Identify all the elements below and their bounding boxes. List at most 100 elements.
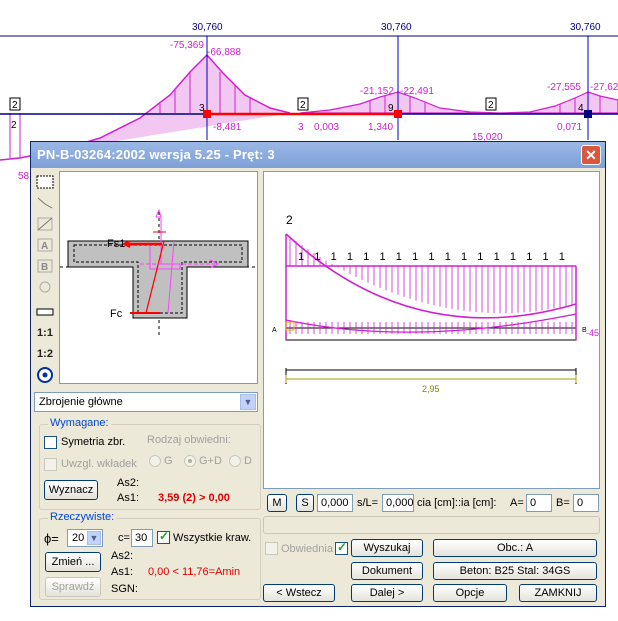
- options-button[interactable]: Opcje: [433, 584, 507, 602]
- envelope-checkbox[interactable]: [265, 542, 278, 555]
- design-dialog: PN-B-03264:2002 wersja 5.25 - Pręt: 3 ✕ …: [30, 141, 606, 607]
- search-button[interactable]: Wyszukaj: [351, 539, 423, 557]
- progress-bar: [263, 516, 600, 534]
- close-button[interactable]: ZAMKNIJ: [519, 584, 597, 602]
- moment-label: -27,62: [590, 82, 618, 93]
- next-button[interactable]: Dalej >: [351, 584, 423, 602]
- svg-text:A: A: [41, 241, 48, 252]
- svg-text:B: B: [41, 262, 48, 273]
- actual-legend: Rzeczywiste:: [48, 511, 117, 523]
- node-number: 3: [199, 103, 205, 114]
- b-input[interactable]: 0: [573, 494, 599, 512]
- node-number: 4: [578, 103, 584, 114]
- text-a-icon[interactable]: A: [35, 235, 55, 254]
- axis-label: -8,481: [213, 122, 242, 133]
- cover-label: c=: [118, 532, 130, 544]
- rebar-label: 1: [428, 251, 434, 263]
- as1-actual-label: As1:: [111, 566, 134, 578]
- span-number: 2: [12, 100, 18, 111]
- load-case-button[interactable]: Obc.: A: [433, 539, 597, 557]
- b-label: B=: [556, 497, 570, 509]
- rebar-label: 1: [445, 251, 451, 263]
- symmetry-checkbox[interactable]: [44, 436, 57, 449]
- inserts-label: Uwzgl. wkładek: [61, 458, 137, 470]
- m-button[interactable]: M: [267, 494, 287, 512]
- check-button[interactable]: Sprawdź: [45, 577, 101, 597]
- sl-input[interactable]: 0,000: [382, 494, 414, 512]
- back-button[interactable]: < Wstecz: [263, 584, 335, 602]
- length-label: 2,95: [422, 384, 440, 394]
- search-checkbox[interactable]: [335, 540, 348, 555]
- rebar-label: 1: [298, 251, 304, 263]
- as2-actual-label: As2:: [111, 550, 134, 562]
- all-edges-label: Wszystkie kraw.: [173, 532, 252, 544]
- calculate-button[interactable]: Wyznacz: [44, 480, 98, 500]
- cross-section-view: Fs1 Fc: [59, 171, 258, 384]
- all-edges-checkbox[interactable]: [157, 529, 170, 544]
- change-button[interactable]: Zmień ...: [45, 552, 101, 572]
- tool-strip: A B 1:1 1:2: [35, 172, 57, 386]
- s-input[interactable]: 0,000: [317, 494, 353, 512]
- scale-1-1-button[interactable]: 1:1: [35, 323, 55, 342]
- document-button[interactable]: Dokument: [351, 562, 423, 580]
- materials-button[interactable]: Beton: B25 Stal: 34GS: [433, 562, 597, 580]
- grid-icon[interactable]: [35, 172, 55, 191]
- a-label: A=: [510, 497, 524, 509]
- diagonal-icon[interactable]: [35, 214, 55, 233]
- refresh-icon[interactable]: [35, 277, 55, 296]
- symmetry-label: Symetria zbr.: [61, 436, 126, 448]
- rebar-label: 1: [396, 251, 402, 263]
- rebar-label: 1: [559, 251, 565, 263]
- axis-label: 0,003: [314, 122, 339, 133]
- moment-label: -27,555: [547, 82, 581, 93]
- close-icon[interactable]: ✕: [581, 145, 601, 165]
- support-value: 30,760: [192, 22, 223, 33]
- span-number: 2: [300, 100, 306, 111]
- envelope-label: Obwiednia: [281, 543, 333, 555]
- line-icon[interactable]: [35, 193, 55, 212]
- top-bar-label: 2: [286, 213, 293, 227]
- fs1-label: Fs1: [107, 238, 125, 250]
- radio-d[interactable]: [229, 455, 241, 467]
- rebar-label: 1: [363, 251, 369, 263]
- rebar-label: 1: [412, 251, 418, 263]
- sgn-label: SGN:: [111, 583, 138, 595]
- reinforcement-type-value: Zbrojenie główne: [39, 396, 123, 408]
- as2-label: As2:: [117, 477, 140, 489]
- text-b-icon[interactable]: B: [35, 256, 55, 275]
- rebar-label: 1: [477, 251, 483, 263]
- rebar-label: 1: [526, 251, 532, 263]
- node-number: 9: [388, 103, 394, 114]
- reinforcement-diagram: 2 11111111111111111 A B -45 2,95: [263, 171, 600, 489]
- axis-label: 1,340: [368, 122, 393, 133]
- rebar-label: 1: [347, 251, 353, 263]
- radio-g-d-label: G+D: [199, 455, 222, 467]
- moment-label: -75,369: [170, 40, 204, 51]
- a-input[interactable]: 0: [526, 494, 552, 512]
- radio-g[interactable]: [149, 455, 161, 467]
- axis-label: 0,071: [557, 122, 582, 133]
- radio-d-label: D: [244, 455, 252, 467]
- chevron-down-icon[interactable]: ▼: [87, 531, 101, 545]
- rule-icon[interactable]: [35, 302, 55, 321]
- inserts-checkbox[interactable]: [44, 458, 57, 471]
- diameter-value: 20: [72, 532, 85, 544]
- cover-input[interactable]: 30: [131, 529, 153, 547]
- target-icon[interactable]: [35, 365, 55, 384]
- diameter-label: ϕ=: [44, 531, 59, 546]
- reinforcement-type-select[interactable]: Zbrojenie główne ▼: [34, 392, 258, 412]
- chevron-down-icon[interactable]: ▼: [240, 394, 256, 410]
- diameter-select[interactable]: 20 ▼: [67, 529, 103, 547]
- sl-label: s/L=: [357, 497, 379, 509]
- cover-cm-label: cia [cm]::ia [cm]:: [417, 497, 497, 509]
- support-value: 30,760: [570, 22, 601, 33]
- radio-g-label: G: [164, 455, 173, 467]
- radio-g-d[interactable]: [184, 455, 196, 467]
- rebar-label: 1: [461, 251, 467, 263]
- as1-actual-value: 0,00 < 11,76=Amin: [148, 566, 241, 578]
- s-button[interactable]: S: [296, 494, 314, 512]
- rebar-label: 1: [331, 251, 337, 263]
- moment-label: -22,491: [400, 86, 434, 97]
- scale-1-2-button[interactable]: 1:2: [35, 344, 55, 363]
- axis-label: 58: [18, 171, 30, 182]
